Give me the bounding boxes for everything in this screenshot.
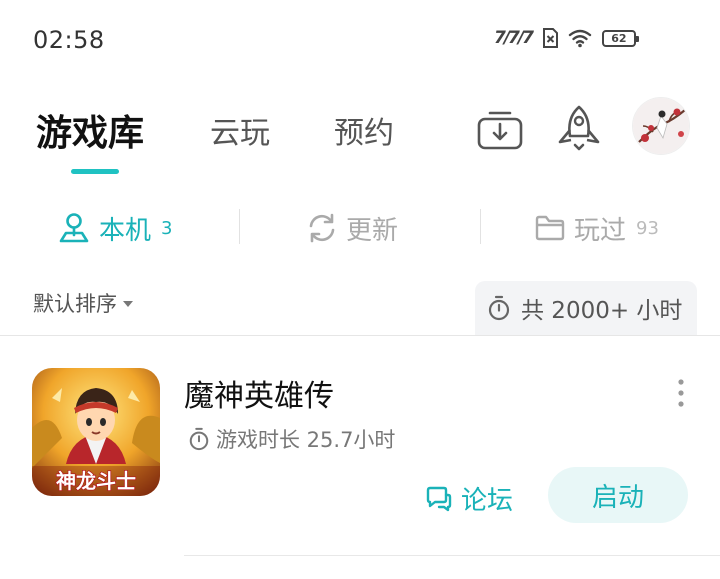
local-device-icon (59, 213, 89, 243)
status-time: 02:58 (33, 26, 105, 54)
launch-label: 启动 (591, 482, 644, 513)
subtab-local-count: 3 (161, 217, 173, 239)
avatar[interactable] (633, 98, 689, 154)
chat-bubble-icon (426, 486, 452, 511)
sim-no-service-icon (542, 28, 558, 48)
status-icons: 7/7/7 62 (494, 28, 639, 48)
sort-label: 默认排序 (33, 292, 117, 316)
caret-down-icon (123, 301, 133, 307)
subtab-local-label: 本机 (99, 215, 152, 246)
active-tab-indicator (71, 169, 119, 174)
game-title[interactable]: 魔神英雄传 (184, 371, 334, 415)
signal-icon: 7/7/7 (494, 28, 534, 48)
divider (0, 335, 720, 336)
rocket-icon[interactable] (555, 104, 603, 152)
launch-button[interactable]: 启动 (548, 467, 688, 523)
game-playtime: 游戏时长 25.7小时 (188, 424, 395, 454)
stopwatch-icon (189, 427, 209, 451)
tab-game-library[interactable]: 游戏库 (36, 104, 144, 156)
sort-dropdown[interactable]: 默认排序 (33, 288, 133, 318)
subtab-update[interactable]: 更新 (306, 208, 398, 248)
download-icon[interactable] (476, 104, 524, 152)
tab-cloud-play[interactable]: 云玩 (210, 108, 270, 152)
tab-reservation[interactable]: 预约 (334, 108, 394, 152)
total-playtime-badge: 共 2000+ 小时 (475, 281, 697, 335)
battery-level: 62 (611, 31, 627, 45)
subtab-played-count: 93 (636, 217, 659, 239)
more-options-icon[interactable] (676, 378, 686, 408)
game-icon-text: 神龙斗士 (56, 469, 136, 493)
forum-label: 论坛 (461, 486, 514, 516)
avatar-image (633, 98, 689, 154)
subtab-divider (239, 209, 240, 244)
refresh-icon (309, 213, 335, 243)
total-playtime-text: 共 2000+ 小时 (521, 298, 683, 324)
forum-button[interactable]: 论坛 (425, 480, 513, 517)
subtab-played-label: 玩过 (574, 215, 627, 246)
game-playtime-text: 游戏时长 25.7小时 (216, 428, 396, 452)
game-icon[interactable]: 神龙斗士 (32, 368, 160, 496)
folder-icon (535, 215, 565, 241)
wifi-icon (568, 29, 592, 48)
stopwatch-icon (488, 295, 510, 321)
subtab-local[interactable]: 本机 3 (57, 208, 172, 248)
status-bar: 02:58 7/7/7 62 (0, 0, 720, 80)
subtab-divider (480, 209, 481, 244)
divider (184, 555, 720, 556)
subtab-played[interactable]: 玩过 93 (534, 208, 659, 248)
battery-icon: 62 (601, 29, 639, 47)
game-icon-art: 神龙斗士 (32, 368, 160, 496)
subtab-update-label: 更新 (346, 215, 399, 246)
